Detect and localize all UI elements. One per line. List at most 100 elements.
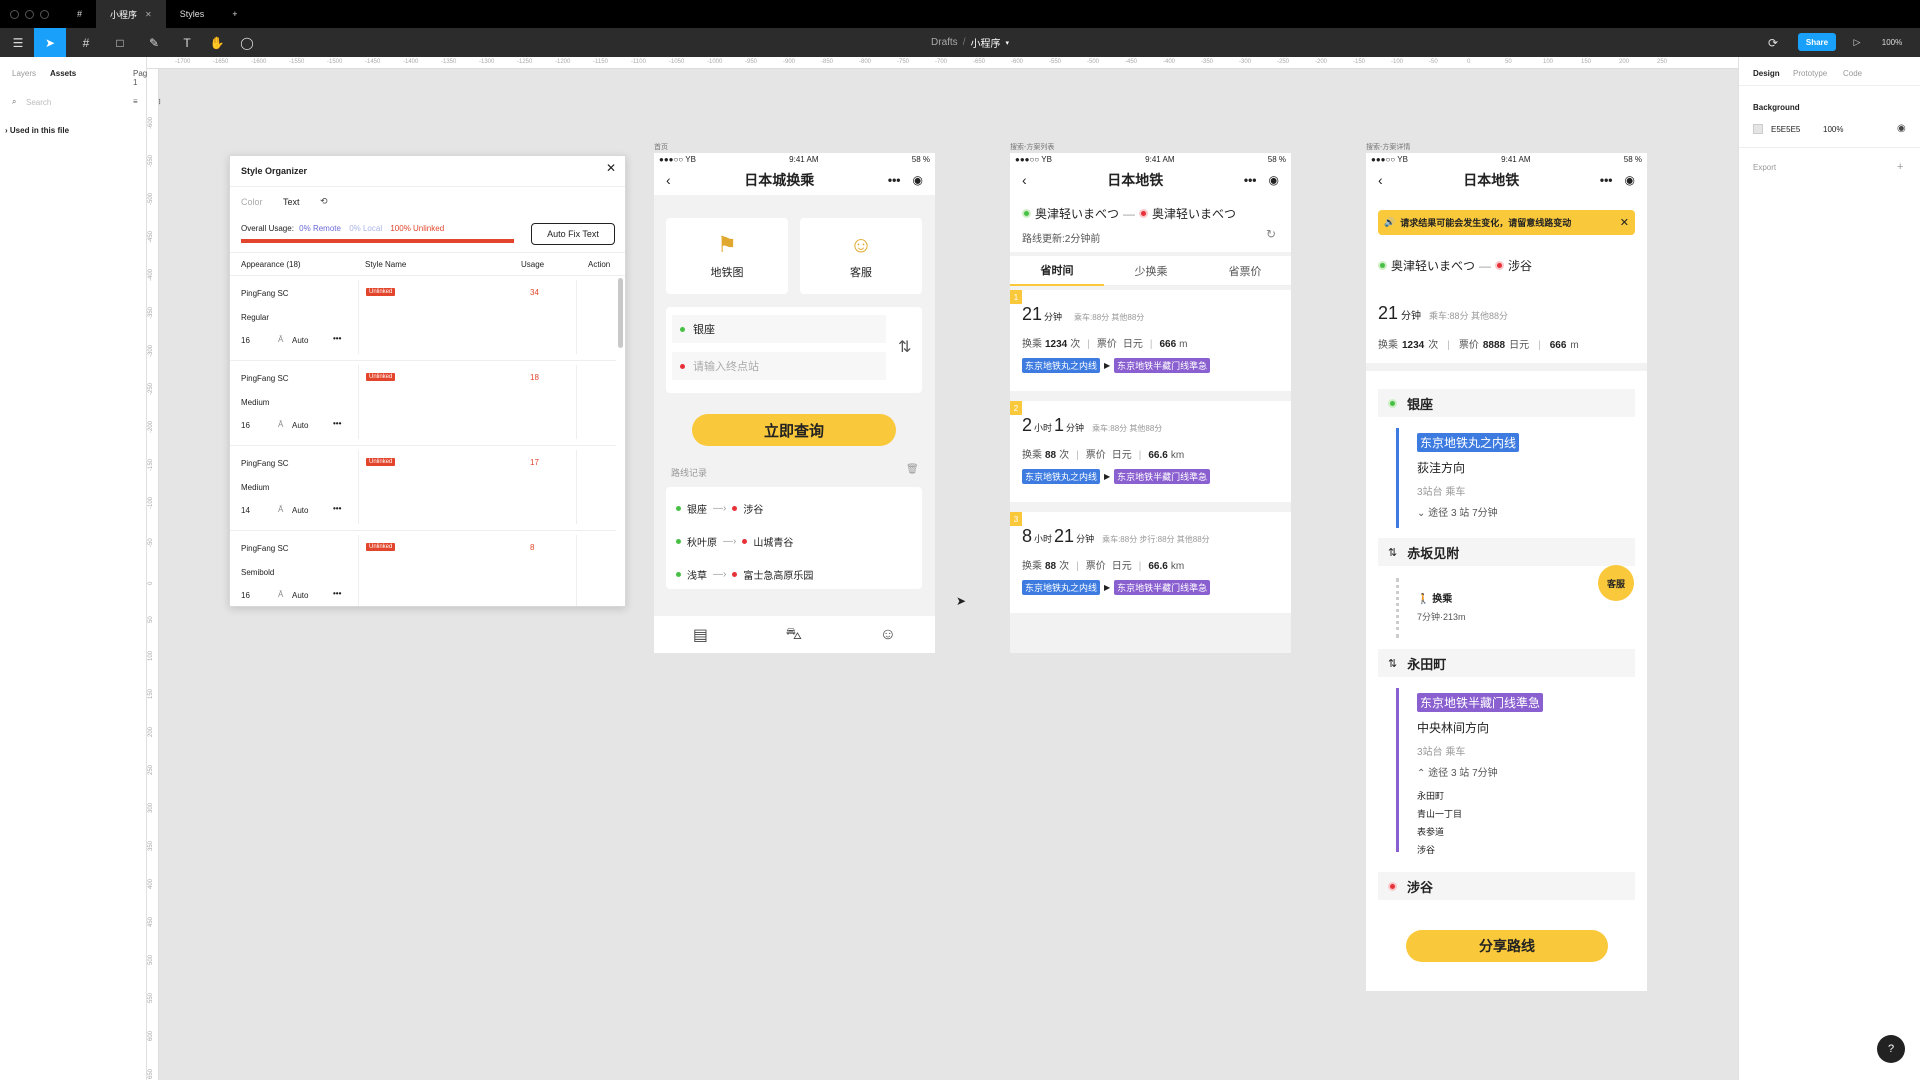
breadcrumb-drafts[interactable]: Drafts [931, 37, 958, 48]
hand-tool-icon[interactable]: ✋ [206, 28, 228, 57]
nav-bar: ‹ 日本地铁 ••• ◉ [1010, 165, 1291, 195]
home-tab-icon[interactable]: ▤ [693, 625, 708, 645]
route-card[interactable]: 1 21 分钟 乘车:88分 其他88分 换乘 1234 次 | 票价 日元 | 666 m 东京地铁丸之… [1010, 290, 1291, 391]
figma-menu-icon[interactable]: # [63, 0, 96, 28]
close-icon[interactable]: ✕ [606, 161, 616, 175]
separator: | [1076, 561, 1079, 572]
tile-customer-service[interactable]: ☺ 客服 [800, 218, 922, 294]
present-icon[interactable]: ▷ [1848, 28, 1866, 57]
frame-tool-icon[interactable]: # [72, 28, 100, 57]
background-opacity[interactable]: 100% [1823, 125, 1843, 134]
target-icon[interactable]: ◉ [1269, 173, 1279, 187]
bag-tab-icon[interactable]: ⛍ [786, 625, 803, 645]
ruler-tick-label: 200 [1619, 59, 1630, 65]
column-divider [358, 280, 359, 354]
breadcrumb[interactable]: Drafts / 小程序 ▾ [900, 28, 1040, 57]
tab-design[interactable]: Design [1753, 69, 1780, 78]
style-row[interactable]: PingFang SC Medium 16 Ā Auto ••• Unlinked 18 [230, 361, 616, 446]
scrollbar[interactable] [618, 278, 623, 348]
eye-icon[interactable]: ◉ [1897, 123, 1906, 134]
unlinked-usage: 100% Unlinked [390, 224, 445, 233]
zoom-level[interactable]: 100% [1872, 28, 1912, 57]
auto-fix-button[interactable]: Auto Fix Text [531, 223, 615, 245]
tab-color[interactable]: Color [241, 197, 263, 207]
start-dot [680, 326, 685, 332]
background-swatch[interactable] [1753, 124, 1763, 134]
back-icon[interactable]: ‹ [1378, 172, 1383, 188]
tab-prototype[interactable]: Prototype [1793, 69, 1827, 78]
text-tool-icon[interactable]: T [176, 28, 198, 57]
ruler-tick-label: -300 [1239, 59, 1252, 65]
refresh-icon[interactable]: ⟲ [320, 196, 328, 207]
via-stops[interactable]: ⌄ 途径 3 站 7分钟 [1417, 504, 1498, 519]
status-time: 9:41 AM [1501, 154, 1531, 164]
comment-tool-icon[interactable]: ◯ [236, 28, 258, 57]
target-icon[interactable]: ◉ [1625, 173, 1635, 187]
phone-route-detail-frame: ●●●○○ YB 9:41 AM 58 % ‹ 日本地铁 ••• ◉ 🔊 请求结果… [1366, 153, 1647, 991]
breadcrumb-file[interactable]: 小程序 [970, 35, 1000, 50]
line-tags: 东京地铁丸之内线 ▶ 东京地铁半藏门线準急 [1022, 469, 1211, 484]
add-export-icon[interactable]: + [1897, 161, 1903, 173]
route-card[interactable]: 3 8 小时 21 分钟 乘车:88分 步行:88分 其他88分 换乘 88 次 | 票价 日元 | 66… [1010, 512, 1291, 613]
share-route-button[interactable]: 分享路线 [1406, 930, 1608, 962]
back-icon[interactable]: ‹ [666, 172, 671, 188]
profile-tab-icon[interactable]: ☺ [880, 626, 896, 644]
title-bar: # 小程序 ✕ Styles + [0, 0, 1920, 28]
background-hex[interactable]: E5E5E5 [1771, 125, 1800, 134]
swap-icon[interactable]: ⇅ [898, 337, 911, 357]
refresh-icon[interactable]: ↻ [1266, 227, 1276, 241]
back-icon[interactable]: ‹ [1022, 172, 1027, 188]
status-bar: ●●●○○ YB 9:41 AM 58 % [1366, 153, 1647, 165]
style-row[interactable]: PingFang SC Semibold 16 Ā Auto ••• Unlinked 8 [230, 531, 616, 606]
route-card[interactable]: 2 2 小时 1 分钟 乘车:88分 其他88分 换乘 88 次 | 票价 日元 | 66.6 km 东京地铁… [1010, 401, 1291, 502]
multiplayer-icon[interactable]: ⟳ [1762, 28, 1784, 57]
trash-icon[interactable]: 🗑 [906, 464, 919, 475]
service-float-button[interactable]: 客服 [1598, 565, 1634, 601]
sort-tab[interactable]: 少换乘 [1104, 256, 1198, 286]
font-weight: Medium [241, 483, 270, 492]
tab-styles-label: Styles [179, 9, 205, 19]
tab-text[interactable]: Text [283, 197, 300, 207]
tab-assets[interactable]: Assets [50, 69, 76, 78]
usage-count: 18 [530, 373, 539, 382]
shape-tool-icon[interactable]: □ [106, 28, 134, 57]
history-item[interactable]: 秋叶原 —› 山城青谷 [676, 534, 793, 549]
more-icon[interactable]: ••• [888, 173, 901, 187]
more-icon[interactable]: ••• [333, 589, 341, 598]
help-icon[interactable]: ? [1877, 1035, 1905, 1063]
more-icon[interactable]: ••• [333, 334, 341, 343]
sort-tab[interactable]: 省票价 [1198, 256, 1291, 286]
via-stops[interactable]: ⌃ 途径 3 站 7分钟 [1417, 764, 1498, 779]
more-icon[interactable]: ••• [333, 419, 341, 428]
from-input[interactable]: 银座 [672, 315, 886, 343]
tab-styles[interactable]: Styles [166, 0, 219, 28]
to-input[interactable]: 请输入终点站 [672, 352, 886, 380]
new-tab-button[interactable]: + [218, 0, 251, 28]
close-icon[interactable]: ✕ [145, 10, 152, 19]
tab-code[interactable]: Code [1843, 69, 1862, 78]
section-used-in-file[interactable]: › Used in this file [5, 126, 69, 135]
close-icon[interactable]: ✕ [1620, 216, 1629, 229]
more-icon[interactable]: ••• [1600, 173, 1613, 187]
move-tool-icon[interactable]: ➤ [34, 28, 66, 57]
main-menu-icon[interactable]: ☰ [6, 28, 30, 57]
history-item[interactable]: 银座 —› 涉谷 [676, 501, 763, 516]
style-row[interactable]: PingFang SC Regular 16 Ā Auto ••• Unlinked 34 [230, 276, 616, 361]
search-input[interactable]: Search [26, 98, 51, 107]
query-button[interactable]: 立即查询 [692, 414, 896, 446]
pen-tool-icon[interactable]: ✎ [140, 28, 168, 57]
share-button[interactable]: Share [1798, 33, 1836, 51]
organizer-title: Style Organizer [241, 166, 308, 176]
tile-subway-map[interactable]: ⚑ 地铁图 [666, 218, 788, 294]
sort-tab[interactable]: 省时间 [1010, 256, 1104, 286]
tab-file[interactable]: 小程序 ✕ [96, 0, 166, 28]
more-icon[interactable]: ••• [1244, 173, 1257, 187]
style-row[interactable]: PingFang SC Medium 14 Ā Auto ••• Unlinked 17 [230, 446, 616, 531]
history-item[interactable]: 浅草 —› 富士急高原乐园 [676, 567, 813, 582]
target-icon[interactable]: ◉ [913, 173, 923, 187]
window-controls[interactable] [10, 9, 49, 19]
list-view-icon[interactable]: ≡ [133, 97, 138, 106]
tab-layers[interactable]: Layers [12, 69, 36, 78]
line-tag: 东京地铁丸之内线 [1022, 580, 1101, 595]
more-icon[interactable]: ••• [333, 504, 341, 513]
